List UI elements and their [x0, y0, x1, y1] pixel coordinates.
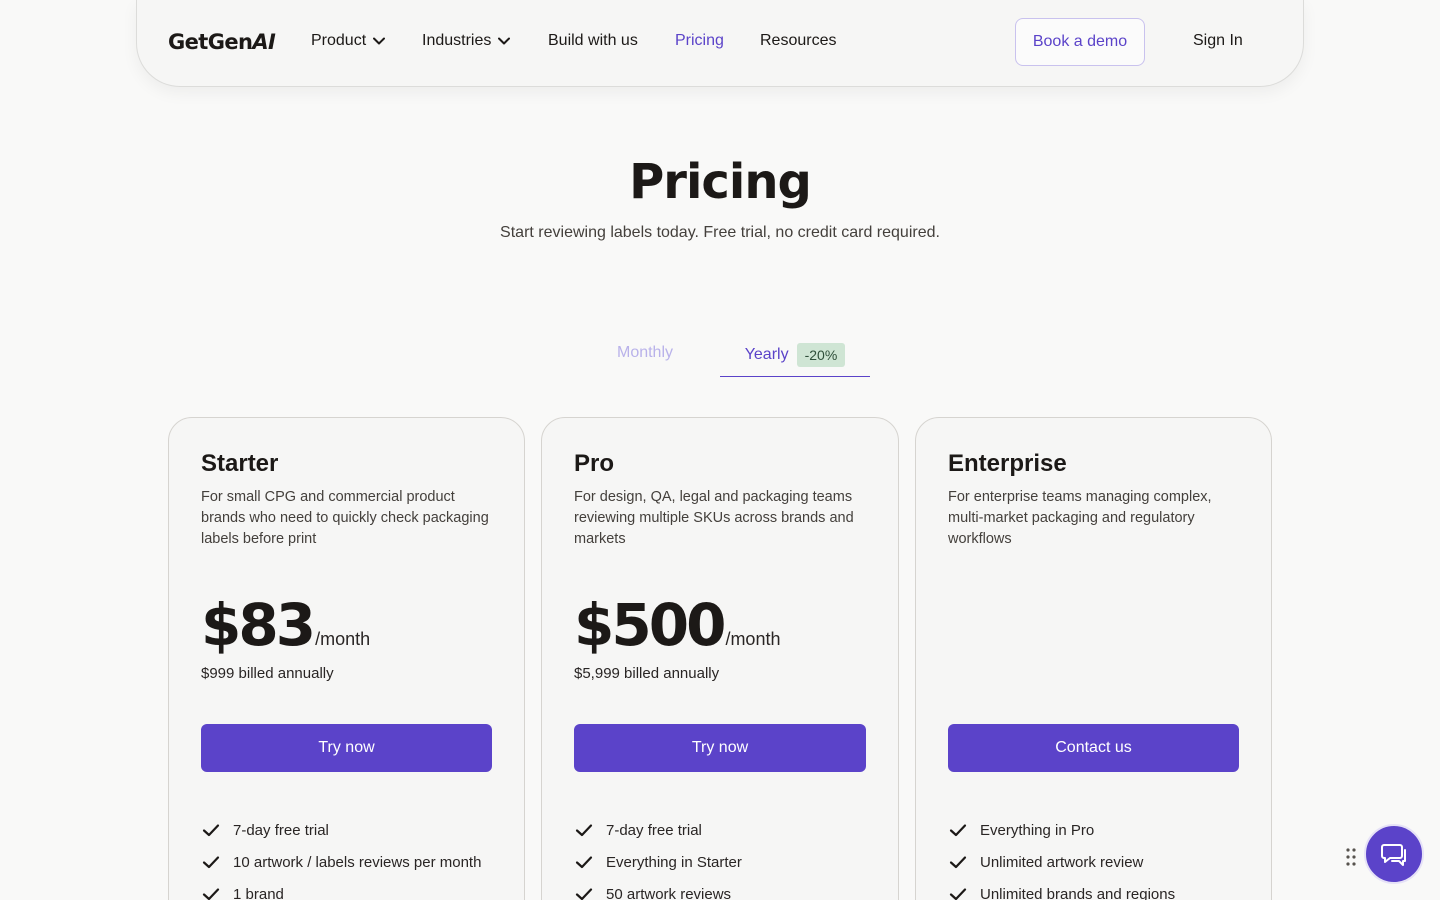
plan-card-pro: Pro For design, QA, legal and packaging …: [541, 417, 899, 900]
plan-feature-list: 7-day free trial Everything in Starter 5…: [574, 814, 742, 900]
check-icon: [949, 888, 967, 900]
nav-product-label: Product: [311, 32, 367, 49]
list-item: Everything in Pro: [948, 814, 1175, 846]
check-icon: [202, 824, 220, 837]
feature-label: Unlimited brands and regions: [980, 885, 1176, 900]
logo-main-text: GetGen: [168, 30, 253, 54]
logo-ai-text: AI: [252, 30, 276, 54]
feature-label: 50 artwork reviews: [606, 885, 732, 900]
nav-resources[interactable]: Resources: [760, 32, 836, 50]
list-item: Unlimited brands and regions: [948, 878, 1175, 900]
feature-label: Everything in Pro: [980, 821, 1095, 839]
check-icon: [202, 888, 220, 900]
plan-feature-list: 7-day free trial 10 artwork / labels rev…: [201, 814, 481, 900]
tab-yearly[interactable]: Yearly -20%: [720, 330, 870, 377]
list-item: 10 artwork / labels reviews per month: [201, 846, 481, 878]
sign-in-link[interactable]: Sign In: [1193, 32, 1243, 50]
chevron-down-icon: [498, 37, 511, 45]
plan-billed-note: $5,999 billed annually: [574, 665, 720, 682]
check-icon: [575, 824, 593, 837]
list-item: 7-day free trial: [574, 814, 742, 846]
check-icon: [575, 888, 593, 900]
plan-feature-list: Everything in Pro Unlimited artwork revi…: [948, 814, 1175, 900]
feature-label: 10 artwork / labels reviews per month: [233, 853, 482, 871]
nav-pricing[interactable]: Pricing: [675, 32, 724, 50]
plan-name: Pro: [574, 450, 615, 477]
plan-description: For enterprise teams managing complex, m…: [948, 489, 1212, 547]
top-navbar: GetGenAI Product Industries Build with u…: [136, 0, 1304, 87]
chat-launcher-button[interactable]: [1364, 824, 1424, 884]
discount-badge: -20%: [796, 343, 846, 367]
plan-name: Enterprise: [948, 450, 1067, 477]
plan-price: $500: [574, 591, 726, 659]
nav-resources-label: Resources: [760, 32, 837, 49]
plan-card-enterprise: Enterprise For enterprise teams managing…: [915, 417, 1272, 900]
try-now-button[interactable]: Try now: [574, 724, 866, 772]
try-now-button[interactable]: Try now: [201, 724, 492, 772]
getgenai-logo[interactable]: GetGenAI: [168, 30, 276, 54]
contact-us-button[interactable]: Contact us: [948, 724, 1239, 772]
tab-monthly[interactable]: Monthly: [570, 330, 720, 376]
drag-handle-icon[interactable]: [1345, 847, 1357, 867]
nav-product[interactable]: Product: [311, 32, 386, 50]
billing-period-toggle: Monthly Yearly -20%: [570, 330, 870, 378]
feature-label: Everything in Starter: [606, 853, 742, 871]
list-item: Everything in Starter: [574, 846, 742, 878]
book-demo-button[interactable]: Book a demo: [1015, 18, 1145, 66]
page-subtitle: Start reviewing labels today. Free trial…: [500, 224, 940, 241]
plan-price: $83: [201, 591, 316, 659]
list-item: 7-day free trial: [201, 814, 481, 846]
nav-industries[interactable]: Industries: [422, 32, 511, 50]
plan-description: For small CPG and commercial product bra…: [201, 489, 489, 547]
nav-build-label: Build with us: [548, 32, 638, 49]
feature-label: 1 brand: [233, 885, 284, 900]
chevron-down-icon: [373, 37, 386, 45]
feature-label: 7-day free trial: [606, 821, 702, 839]
plan-period: /month: [315, 629, 371, 649]
nav-pricing-label: Pricing: [675, 32, 724, 49]
plan-billed-note: $999 billed annually: [201, 665, 334, 682]
check-icon: [575, 856, 593, 869]
check-icon: [949, 856, 967, 869]
plan-price-row: $500 /month: [574, 588, 780, 662]
feature-label: Unlimited artwork review: [980, 853, 1144, 871]
plan-description: For design, QA, legal and packaging team…: [574, 489, 854, 547]
tab-yearly-label: Yearly: [744, 346, 789, 363]
feature-label: 7-day free trial: [233, 821, 329, 839]
plan-name: Starter: [201, 450, 279, 477]
check-icon: [202, 856, 220, 869]
check-icon: [949, 824, 967, 837]
nav-industries-label: Industries: [422, 32, 492, 49]
plan-card-starter: Starter For small CPG and commercial pro…: [168, 417, 525, 900]
nav-build-with-us[interactable]: Build with us: [548, 32, 638, 50]
chat-icon: [1381, 844, 1406, 866]
plan-period: /month: [725, 629, 781, 649]
list-item: Unlimited artwork review: [948, 846, 1175, 878]
list-item: 50 artwork reviews: [574, 878, 742, 900]
page-title: Pricing: [629, 154, 812, 210]
plan-price-row: $83 /month: [201, 588, 370, 662]
list-item: 1 brand: [201, 878, 481, 900]
